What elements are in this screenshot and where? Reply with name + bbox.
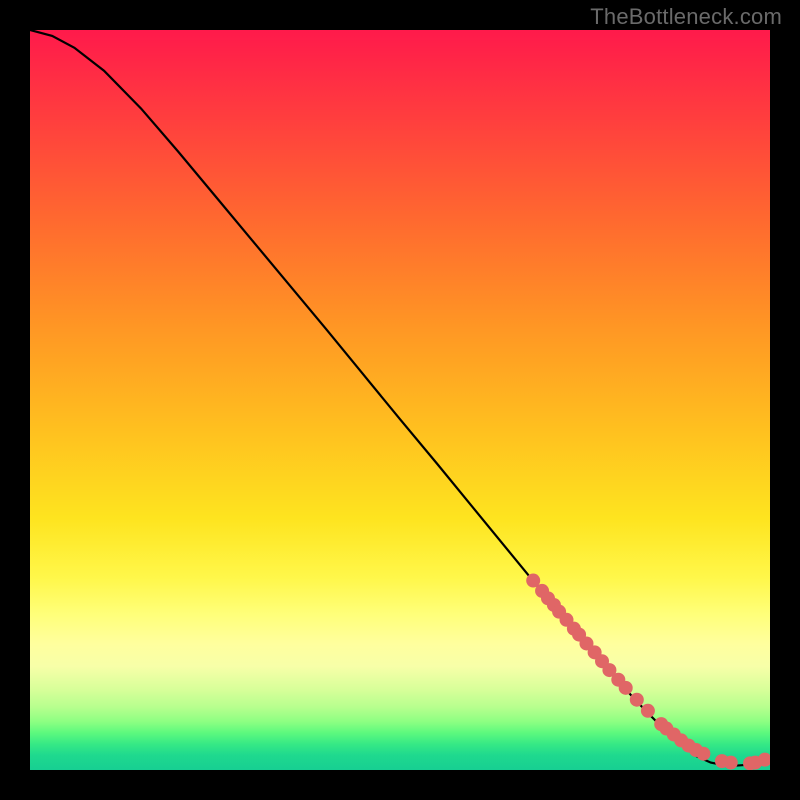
data-point: [641, 704, 655, 718]
data-point: [696, 747, 710, 761]
chart-container: TheBottleneck.com: [0, 0, 800, 800]
data-point: [724, 756, 738, 770]
data-points: [526, 574, 770, 770]
dots-layer: [30, 30, 770, 770]
plot-area: [30, 30, 770, 770]
data-point: [630, 693, 644, 707]
watermark-text: TheBottleneck.com: [590, 4, 782, 30]
data-point: [619, 681, 633, 695]
chart-title: [0, 0, 1, 1]
